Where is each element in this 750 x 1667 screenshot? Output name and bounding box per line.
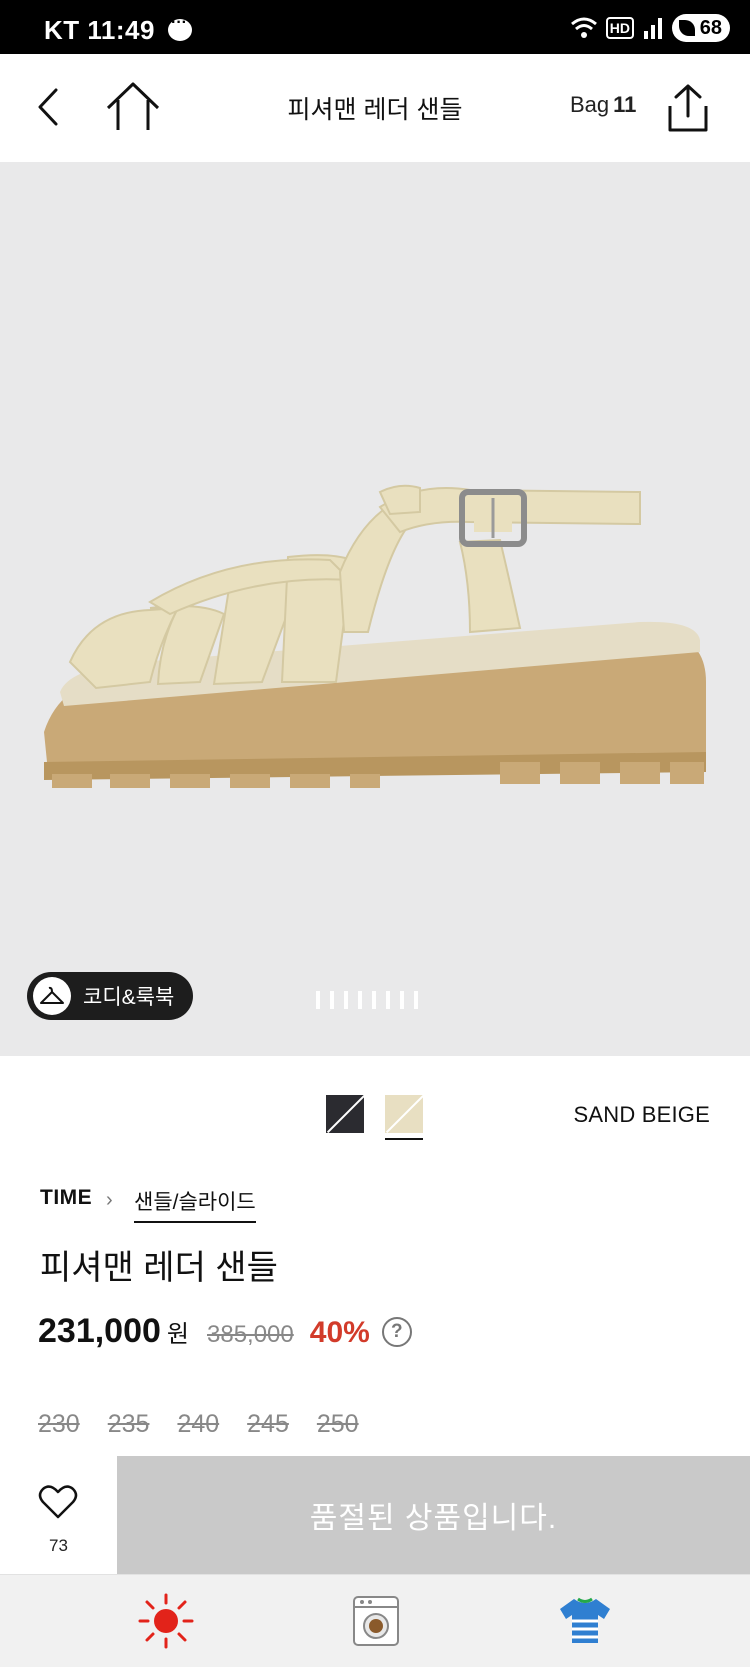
status-bar: KT 11:49 HD 68 bbox=[0, 0, 750, 54]
price-help-icon[interactable]: ? bbox=[381, 1316, 412, 1347]
size-option: 250 bbox=[316, 1410, 359, 1438]
top-navigation-bar: 피셔맨 레더 샌들 Bag 11 bbox=[0, 54, 750, 162]
back-arrow-icon[interactable] bbox=[30, 80, 74, 134]
carousel-dot bbox=[400, 991, 404, 1009]
sun-icon[interactable] bbox=[136, 1593, 196, 1649]
original-price: 385,000 bbox=[207, 1321, 294, 1348]
bottom-tray bbox=[0, 1574, 750, 1667]
carousel-indicator bbox=[316, 991, 418, 1009]
product-image-carousel[interactable]: 코디&룩북 bbox=[0, 162, 750, 1056]
size-option: 240 bbox=[177, 1410, 220, 1438]
battery-saver-icon bbox=[679, 20, 695, 36]
size-option: 245 bbox=[247, 1410, 289, 1438]
shirt-icon[interactable] bbox=[556, 1595, 614, 1647]
status-icons: HD 68 bbox=[570, 14, 730, 42]
battery-level: 68 bbox=[699, 16, 722, 39]
battery-indicator: 68 bbox=[672, 14, 730, 42]
coordi-lookbook-button[interactable]: 코디&룩북 bbox=[27, 972, 193, 1020]
carousel-dot bbox=[372, 991, 376, 1009]
chevron-right-icon: › bbox=[106, 1189, 113, 1211]
carousel-dot bbox=[358, 991, 362, 1009]
selected-swatch-underline bbox=[385, 1138, 423, 1140]
bag-count: 11 bbox=[613, 92, 637, 117]
soldout-slash bbox=[326, 1095, 364, 1133]
carousel-dot bbox=[386, 991, 390, 1009]
currency-unit: 원 bbox=[166, 1321, 189, 1348]
sale-price: 231,000 bbox=[38, 1312, 161, 1350]
heart-icon bbox=[38, 1485, 78, 1519]
hanger-icon bbox=[33, 977, 71, 1015]
hd-badge: HD bbox=[605, 17, 634, 39]
color-swatch-sand-beige[interactable] bbox=[385, 1095, 423, 1133]
bag-label: Bag bbox=[570, 92, 610, 117]
wish-count: 73 bbox=[49, 1536, 68, 1555]
home-icon[interactable] bbox=[104, 78, 162, 134]
brand-link[interactable]: TIME bbox=[40, 1186, 92, 1210]
carousel-dot bbox=[316, 991, 320, 1009]
soldout-button[interactable]: 품절된 상품입니다. bbox=[117, 1456, 750, 1574]
soldout-slash bbox=[385, 1095, 423, 1133]
washing-machine-icon[interactable] bbox=[350, 1593, 402, 1649]
carrier-time: KT 11:49 bbox=[44, 15, 155, 45]
share-icon[interactable] bbox=[664, 82, 712, 134]
color-swatch-black[interactable] bbox=[326, 1095, 364, 1133]
coordi-label: 코디&룩북 bbox=[83, 986, 175, 1009]
size-option: 235 bbox=[107, 1410, 150, 1438]
size-option: 230 bbox=[38, 1410, 80, 1438]
sandal-product-image bbox=[44, 484, 706, 788]
carousel-dot bbox=[344, 991, 348, 1009]
chat-notification-icon bbox=[168, 14, 192, 41]
wifi-icon bbox=[570, 17, 597, 38]
selected-color-name: SAND BEIGE bbox=[573, 1102, 710, 1127]
product-name: 피셔맨 레더 샌들 bbox=[40, 1249, 278, 1287]
category-link[interactable]: 샌들/슬라이드 bbox=[134, 1186, 256, 1223]
price-row: 231,000 원 385,000 40% ? bbox=[38, 1312, 412, 1351]
carousel-dot bbox=[414, 991, 418, 1009]
bag-button[interactable]: Bag 11 bbox=[570, 92, 636, 118]
signal-icon bbox=[644, 18, 662, 39]
wishlist-button[interactable]: 73 bbox=[0, 1456, 117, 1574]
carousel-dot bbox=[330, 991, 334, 1009]
size-list: 230 235 240 245 250 bbox=[38, 1410, 359, 1439]
discount-rate: 40% bbox=[309, 1316, 370, 1349]
